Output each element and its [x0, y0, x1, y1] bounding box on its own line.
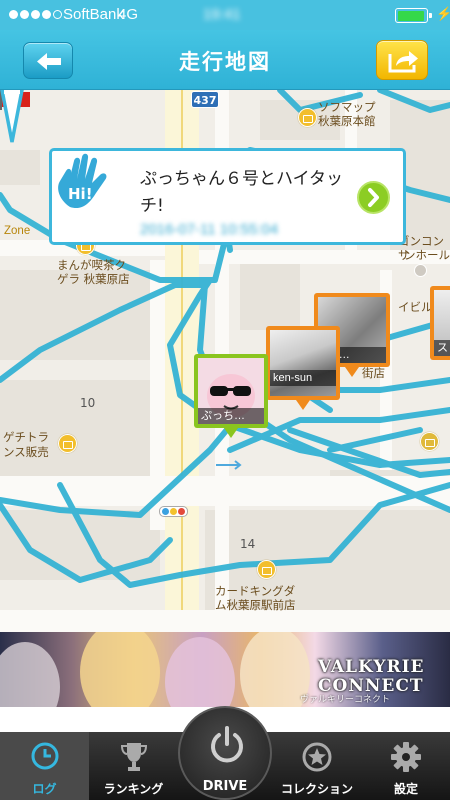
banner-character	[80, 632, 160, 707]
marker-label: ぷっち…	[198, 408, 264, 424]
drive-button[interactable]: DRIVE	[178, 706, 272, 800]
nav-bar: 走行地図	[0, 30, 450, 90]
callout-message: ぷっちゃん６号とハイタッチ!	[140, 169, 343, 216]
shop-poi-icon[interactable]	[420, 432, 439, 451]
trophy-icon	[120, 743, 147, 771]
photo-marker[interactable]: ぷっち…	[194, 354, 268, 438]
map-label-manga-cafe: まんが喫茶ク	[57, 258, 126, 272]
marker-pin	[296, 400, 310, 410]
marker-pin	[224, 428, 238, 438]
marker-pin	[345, 367, 359, 377]
callout-timestamp: 2016-07-11 10:55:04	[140, 221, 278, 238]
banner-title: VALKYRIE CONNECT	[318, 658, 425, 696]
hi-hand-icon: Hi!	[58, 153, 107, 209]
shop-poi-icon[interactable]	[298, 108, 317, 127]
banner-character	[0, 642, 60, 707]
star-badge-icon	[302, 742, 332, 772]
charging-icon: ⚡	[436, 6, 450, 21]
tab-settings-label: 設定	[393, 782, 418, 796]
marker-label: ス	[434, 340, 450, 356]
chevron-right-icon	[368, 188, 379, 207]
map-label-softmap-store: 秋葉原本館	[318, 114, 376, 128]
high-five-callout[interactable]: Hi! ぷっちゃん６号とハイタッチ! 2016-07-11 10:55:04	[49, 148, 406, 245]
route-number-badge: 437	[191, 91, 219, 108]
carrier-name: SoftBank	[63, 6, 124, 23]
map-label-bichi: ゲチトラ	[3, 430, 49, 444]
map-label-bichi-sales: ンス販売	[3, 445, 49, 459]
marker-label: ken-sun	[270, 370, 336, 386]
map-label-concert-hall: ンホール	[404, 248, 450, 262]
ad-banner[interactable]: VALKYRIE CONNECT ヴァルキリーコネクト	[0, 632, 450, 707]
tab-settings[interactable]: 設定	[362, 732, 450, 800]
marker-photo: ぷっち…	[198, 358, 264, 424]
tab-ranking-label: ランキング	[103, 782, 164, 796]
route-map[interactable]: 437 ソフマップ 秋葉原本館 Zone まんが喫茶ク ゲラ 秋葉原店 ゴンコン…	[0, 90, 450, 632]
battery-icon	[395, 8, 432, 23]
svg-text:Hi!: Hi!	[68, 185, 93, 203]
map-label-manga-cafe-store: ゲラ 秋葉原店	[57, 272, 130, 286]
detail-arrow-button[interactable]	[357, 181, 390, 214]
status-bar: SoftBank 4G 19:41 ⚡	[0, 0, 450, 30]
block-number-10: 10	[80, 396, 96, 410]
tab-collection-label: コレクション	[280, 782, 353, 796]
marker-photo: ス	[434, 290, 450, 356]
share-button[interactable]	[376, 40, 428, 80]
banner-character	[165, 637, 235, 707]
clock-icon	[31, 742, 58, 770]
map-label-card-kingdom-store: ム秋葉原駅前店	[215, 598, 296, 612]
map-label-card-kingdom: カードキングダ	[215, 584, 296, 598]
share-arrow-icon	[388, 51, 418, 73]
shop-poi-icon[interactable]	[58, 434, 77, 453]
banner-title-line1: VALKYRIE	[318, 657, 425, 677]
network-type: 4G	[118, 6, 139, 23]
timestamp-text: 2016-07-11 10:55:04	[140, 221, 279, 238]
tab-ranking[interactable]: ランキング	[89, 732, 178, 800]
tab-log-label: ログ	[32, 782, 57, 796]
block-number-14: 14	[240, 537, 256, 551]
photo-marker[interactable]: ken-sun	[266, 326, 340, 410]
marker-photo: ken-sun	[270, 330, 336, 396]
callout-tail	[0, 90, 24, 143]
map-label-softmap: ソフマップ	[318, 100, 376, 114]
gear-icon	[391, 742, 421, 772]
tab-collection[interactable]: コレクション	[272, 732, 362, 800]
tab-log[interactable]: ログ	[0, 732, 89, 800]
traffic-light-icon	[159, 506, 188, 517]
signal-strength-icon	[9, 10, 62, 19]
map-label-zone: Zone	[4, 225, 31, 237]
banner-subtitle: ヴァルキリーコネクト	[300, 695, 391, 705]
status-clock: 19:41	[203, 6, 241, 23]
map-label-shop-fragment: 街店	[362, 366, 385, 380]
place-poi-icon[interactable]	[414, 264, 427, 277]
map-label-ibil: イビル	[398, 300, 433, 314]
drive-label: DRIVE	[202, 779, 248, 794]
photo-marker[interactable]: ス	[430, 286, 450, 360]
power-icon	[211, 726, 243, 763]
shop-poi-icon[interactable]	[257, 560, 276, 579]
